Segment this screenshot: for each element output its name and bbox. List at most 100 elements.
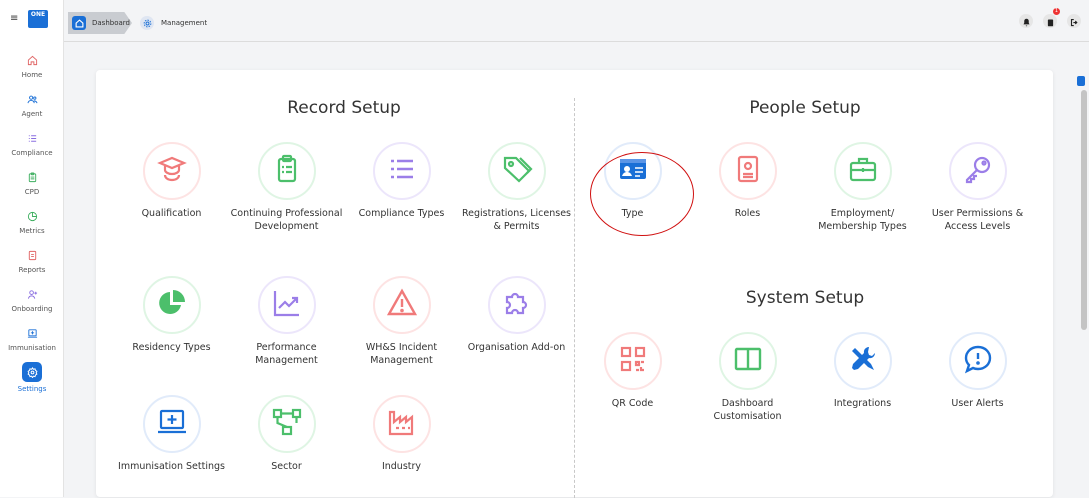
sidebar-item-onboarding[interactable]: Onboarding [0,286,64,313]
tile-employment-membership-types[interactable]: Employment/ Membership Types [805,142,920,233]
logo-text: ONE [30,11,46,18]
sector-icon [271,406,303,442]
clipboard-icon [271,153,303,189]
settings-card: Record Setup People Setup System Setup Q… [96,70,1053,498]
pie-chart-icon [24,208,40,224]
tile-label: Employment/ Membership Types [818,208,907,232]
notification-badge: 1 [1052,8,1060,15]
tile-user-permissions-access-levels[interactable]: User Permissions & Access Levels [920,142,1035,233]
breadcrumb-dashboard[interactable]: Dashboard [68,12,132,34]
side-panel-toggle[interactable] [1077,76,1085,86]
sidebar-item-label: Reports [18,266,46,274]
top-bar: Dashboard Management 1 [64,0,1089,42]
sidebar-item-label: Home [21,71,43,79]
sidebar-item-label: Metrics [19,227,45,235]
bell-icon [1022,12,1031,31]
people-setup-title: People Setup [749,98,861,118]
tile-label: User Permissions & Access Levels [931,208,1024,232]
tile-label: Qualification [141,208,202,219]
columns-icon [732,343,764,379]
tile-performance-management[interactable]: Performance Management [229,276,344,367]
alert-bubble-icon [962,343,994,379]
tile-label: Industry [381,461,422,472]
sidebar-item-label: Compliance [11,149,53,157]
trend-chart-icon [271,287,303,323]
tile-residency-types[interactable]: Residency Types [114,276,229,354]
tile-sector[interactable]: Sector [229,395,344,473]
medical-monitor-icon [156,406,188,442]
sidebar-item-cpd[interactable]: CPD [0,169,64,196]
tag-icon [501,153,533,189]
breadcrumb-label: Management [161,19,208,27]
logout-icon [1070,12,1079,31]
sidebar-item-label: Settings [17,385,47,393]
tile-qr-code[interactable]: QR Code [575,332,690,410]
tile-label: QR Code [611,398,654,409]
system-setup-title: System Setup [745,288,865,308]
breadcrumb-label: Dashboard [92,19,130,27]
notifications-button[interactable] [1019,14,1033,28]
home-icon [72,16,86,30]
key-icon [962,153,994,189]
hamburger-menu-icon[interactable]: ≡ [10,14,18,24]
tasks-button[interactable]: 1 [1043,8,1060,31]
tools-icon [847,343,879,379]
tile-organisation-add-on[interactable]: Organisation Add-on [459,276,574,354]
tile-integrations[interactable]: Integrations [805,332,920,410]
tile-industry[interactable]: Industry [344,395,459,473]
sidebar-item-label: CPD [24,188,40,196]
list-icon [386,153,418,189]
sidebar-item-agent[interactable]: Agent [0,91,64,118]
tile-label: Roles [734,208,761,219]
tile-label: Sector [271,461,302,472]
sidebar-item-label: Immunisation [8,344,56,352]
tile-label: Registrations, Licenses & Permits [461,208,572,232]
record-setup-title: Record Setup [287,98,401,118]
tile-registrations-licenses-permits[interactable]: Registrations, Licenses & Permits [459,142,574,233]
pie-chart-icon [156,287,188,323]
sidebar-item-reports[interactable]: Reports [0,247,64,274]
sidebar-item-home[interactable]: Home [0,52,64,79]
logout-button[interactable] [1067,14,1081,28]
puzzle-icon [501,287,533,323]
tile-dashboard-customisation[interactable]: Dashboard Customisation [690,332,805,423]
tile-label: Residency Types [132,342,211,353]
graduate-icon [156,153,188,189]
sidebar-item-compliance[interactable]: Compliance [0,130,64,157]
tile-label: Organisation Add-on [467,342,566,353]
sidebar-item-label: Onboarding [11,305,53,313]
sidebar-item-metrics[interactable]: Metrics [0,208,64,235]
user-plus-icon [24,286,40,302]
tile-user-alerts[interactable]: User Alerts [920,332,1035,410]
tile-whs-incident-management[interactable]: WH&S Incident Management [344,276,459,367]
gear-icon [140,16,154,30]
sidebar-item-label: Agent [21,110,43,118]
sidebar-item-settings[interactable]: Settings [0,362,64,393]
tile-qualification[interactable]: Qualification [114,142,229,220]
tile-continuing-professional-development[interactable]: Continuing Professional Development [229,142,344,233]
clipboard-icon [1046,12,1055,31]
badge-icon [732,153,764,189]
warning-icon [386,287,418,323]
qr-code-icon [617,343,649,379]
tile-label: WH&S Incident Management [365,342,438,366]
tile-label: User Alerts [951,398,1004,409]
app-logo[interactable]: ONE [28,10,48,28]
sidebar-item-immunisation[interactable]: Immunisation [0,325,64,352]
gear-icon [22,362,42,382]
medical-monitor-icon [24,325,40,341]
highlight-annotation-circle [590,152,694,236]
tile-compliance-types[interactable]: Compliance Types [344,142,459,220]
tile-label: Compliance Types [358,208,445,219]
list-icon [24,130,40,146]
tile-immunisation-settings[interactable]: Immunisation Settings [114,395,229,473]
sidebar: ≡ ONE Home Agent Compliance CPD Metrics … [0,0,64,497]
tile-label: Integrations [833,398,892,409]
home-icon [24,52,40,68]
tile-roles[interactable]: Roles [690,142,805,220]
briefcase-icon [847,153,879,189]
breadcrumb-management[interactable]: Management [140,12,207,34]
report-icon [24,247,40,263]
scrollbar[interactable] [1081,90,1087,330]
users-icon [24,91,40,107]
